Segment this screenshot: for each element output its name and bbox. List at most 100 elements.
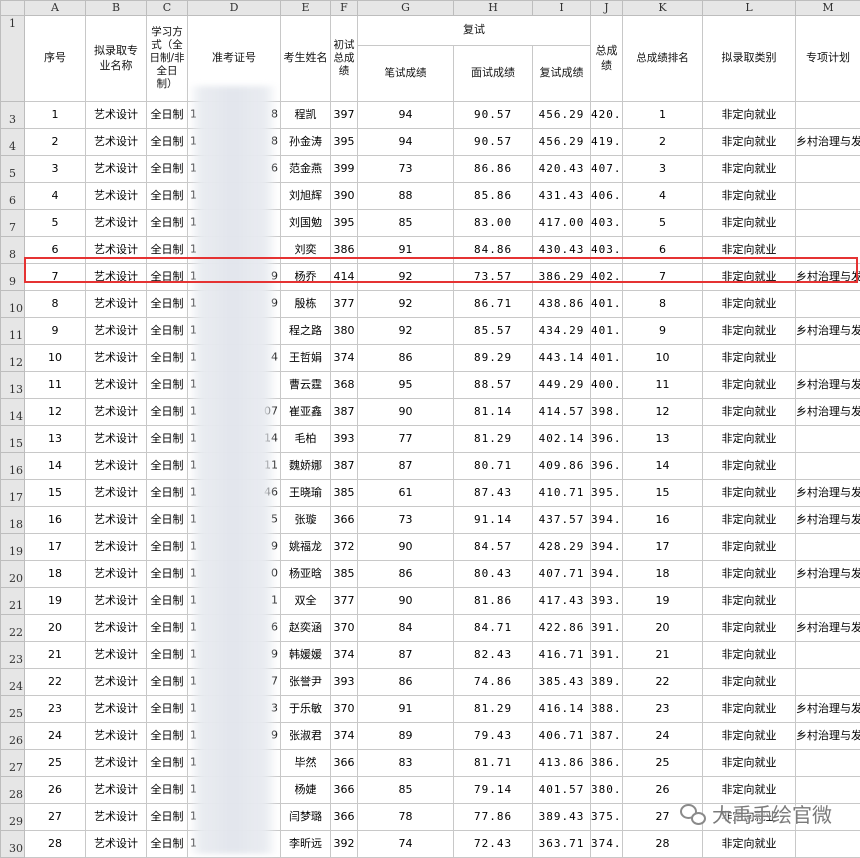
cell-study-mode[interactable]: 全日制 [147, 534, 188, 561]
cell-name[interactable]: 韩媛媛 [281, 642, 331, 669]
cell-special-plan[interactable] [796, 453, 860, 480]
cell-seq[interactable]: 24 [25, 723, 86, 750]
row-number[interactable]: 6 [1, 183, 25, 210]
cell-special-plan[interactable] [796, 831, 860, 858]
cell-special-plan[interactable]: 乡村治理与发展 [796, 264, 860, 291]
cell-total[interactable]: 401.66 [591, 345, 623, 372]
cell-retest-score[interactable]: 428.29 [533, 534, 591, 561]
cell-initial-total[interactable]: 386 [331, 237, 358, 264]
cell-rank[interactable]: 16 [623, 507, 703, 534]
cell-rank[interactable]: 19 [623, 588, 703, 615]
cell-total[interactable]: 389.97 [591, 669, 623, 696]
cell-name[interactable]: 刘奕 [281, 237, 331, 264]
column-letter-j[interactable]: J [591, 1, 623, 16]
column-letter-h[interactable]: H [454, 1, 533, 16]
cell-name[interactable]: 范金燕 [281, 156, 331, 183]
cell-initial-total[interactable]: 399 [331, 156, 358, 183]
cell-retest-score[interactable]: 420.43 [533, 156, 591, 183]
cell-interview[interactable]: 85.86 [454, 183, 533, 210]
cell-name[interactable]: 李昕远 [281, 831, 331, 858]
cell-rank[interactable]: 23 [623, 696, 703, 723]
cell-seq[interactable]: 3 [25, 156, 86, 183]
cell-initial-total[interactable]: 374 [331, 345, 358, 372]
cell-interview[interactable]: 87.43 [454, 480, 533, 507]
cell-name[interactable]: 程之路 [281, 318, 331, 345]
cell-exam-no[interactable]: 1 [188, 183, 281, 210]
cell-name[interactable]: 刘国勉 [281, 210, 331, 237]
row-number[interactable]: 23 [1, 642, 25, 669]
cell-seq[interactable]: 10 [25, 345, 86, 372]
cell-exam-no[interactable]: 107 [188, 399, 281, 426]
cell-written[interactable]: 74 [358, 831, 454, 858]
column-letter-k[interactable]: K [623, 1, 703, 16]
cell-name[interactable]: 毕然 [281, 750, 331, 777]
cell-special-plan[interactable] [796, 156, 860, 183]
cell-total[interactable]: 403.77 [591, 237, 623, 264]
cell-written[interactable]: 94 [358, 129, 454, 156]
cell-seq[interactable]: 9 [25, 318, 86, 345]
cell-initial-total[interactable]: 385 [331, 561, 358, 588]
cell-total[interactable]: 391.14 [591, 615, 623, 642]
cell-special-plan[interactable] [796, 534, 860, 561]
cell-category[interactable]: 非定向就业 [703, 642, 796, 669]
cell-initial-total[interactable]: 397 [331, 102, 358, 129]
cell-written[interactable]: 92 [358, 291, 454, 318]
cell-total[interactable]: 391.09 [591, 642, 623, 669]
cell-rank[interactable]: 10 [623, 345, 703, 372]
row-number[interactable]: 10 [1, 291, 25, 318]
cell-written[interactable]: 61 [358, 480, 454, 507]
cell-written[interactable]: 85 [358, 210, 454, 237]
cell-category[interactable]: 非定向就业 [703, 426, 796, 453]
cell-retest-score[interactable]: 414.57 [533, 399, 591, 426]
cell-rank[interactable]: 18 [623, 561, 703, 588]
row-number[interactable]: 11 [1, 318, 25, 345]
cell-retest-score[interactable]: 456.29 [533, 129, 591, 156]
cell-seq[interactable]: 2 [25, 129, 86, 156]
row-number[interactable]: 28 [1, 777, 25, 804]
cell-category[interactable]: 非定向就业 [703, 561, 796, 588]
cell-exam-no[interactable]: 1 [188, 804, 281, 831]
cell-seq[interactable]: 16 [25, 507, 86, 534]
cell-major[interactable]: 艺术设计 [86, 156, 147, 183]
cell-initial-total[interactable]: 370 [331, 696, 358, 723]
cell-interview[interactable]: 88.57 [454, 372, 533, 399]
cell-major[interactable]: 艺术设计 [86, 291, 147, 318]
cell-retest-score[interactable]: 456.29 [533, 102, 591, 129]
cell-name[interactable]: 王晓瑜 [281, 480, 331, 507]
cell-study-mode[interactable]: 全日制 [147, 723, 188, 750]
cell-major[interactable]: 艺术设计 [86, 210, 147, 237]
row-number-1[interactable]: 1 [1, 16, 25, 102]
cell-written[interactable]: 91 [358, 696, 454, 723]
cell-rank[interactable]: 8 [623, 291, 703, 318]
cell-rank[interactable]: 21 [623, 642, 703, 669]
cell-total[interactable]: 394.09 [591, 561, 623, 588]
cell-initial-total[interactable]: 366 [331, 750, 358, 777]
cell-major[interactable]: 艺术设计 [86, 696, 147, 723]
cell-initial-total[interactable]: 366 [331, 804, 358, 831]
cell-interview[interactable]: 81.86 [454, 588, 533, 615]
cell-interview[interactable]: 80.43 [454, 561, 533, 588]
cell-major[interactable]: 艺术设计 [86, 426, 147, 453]
cell-interview[interactable]: 79.14 [454, 777, 533, 804]
cell-exam-no[interactable]: 15 [188, 507, 281, 534]
cell-name[interactable]: 于乐敏 [281, 696, 331, 723]
cell-name[interactable]: 刘旭辉 [281, 183, 331, 210]
cell-major[interactable]: 艺术设计 [86, 831, 147, 858]
row-number[interactable]: 7 [1, 210, 25, 237]
cell-name[interactable]: 张淑君 [281, 723, 331, 750]
cell-rank[interactable]: 20 [623, 615, 703, 642]
cell-total[interactable]: 396.14 [591, 453, 623, 480]
cell-rank[interactable]: 6 [623, 237, 703, 264]
cell-name[interactable]: 毛柏 [281, 426, 331, 453]
cell-major[interactable]: 艺术设计 [86, 642, 147, 669]
cell-study-mode[interactable]: 全日制 [147, 156, 188, 183]
cell-name[interactable]: 杨婕 [281, 777, 331, 804]
cell-retest-score[interactable]: 443.14 [533, 345, 591, 372]
cell-retest-score[interactable]: 401.57 [533, 777, 591, 804]
cell-written[interactable]: 90 [358, 399, 454, 426]
cell-initial-total[interactable]: 392 [331, 831, 358, 858]
cell-rank[interactable]: 7 [623, 264, 703, 291]
cell-interview[interactable]: 83.00 [454, 210, 533, 237]
cell-seq[interactable]: 28 [25, 831, 86, 858]
cell-interview[interactable]: 84.86 [454, 237, 533, 264]
